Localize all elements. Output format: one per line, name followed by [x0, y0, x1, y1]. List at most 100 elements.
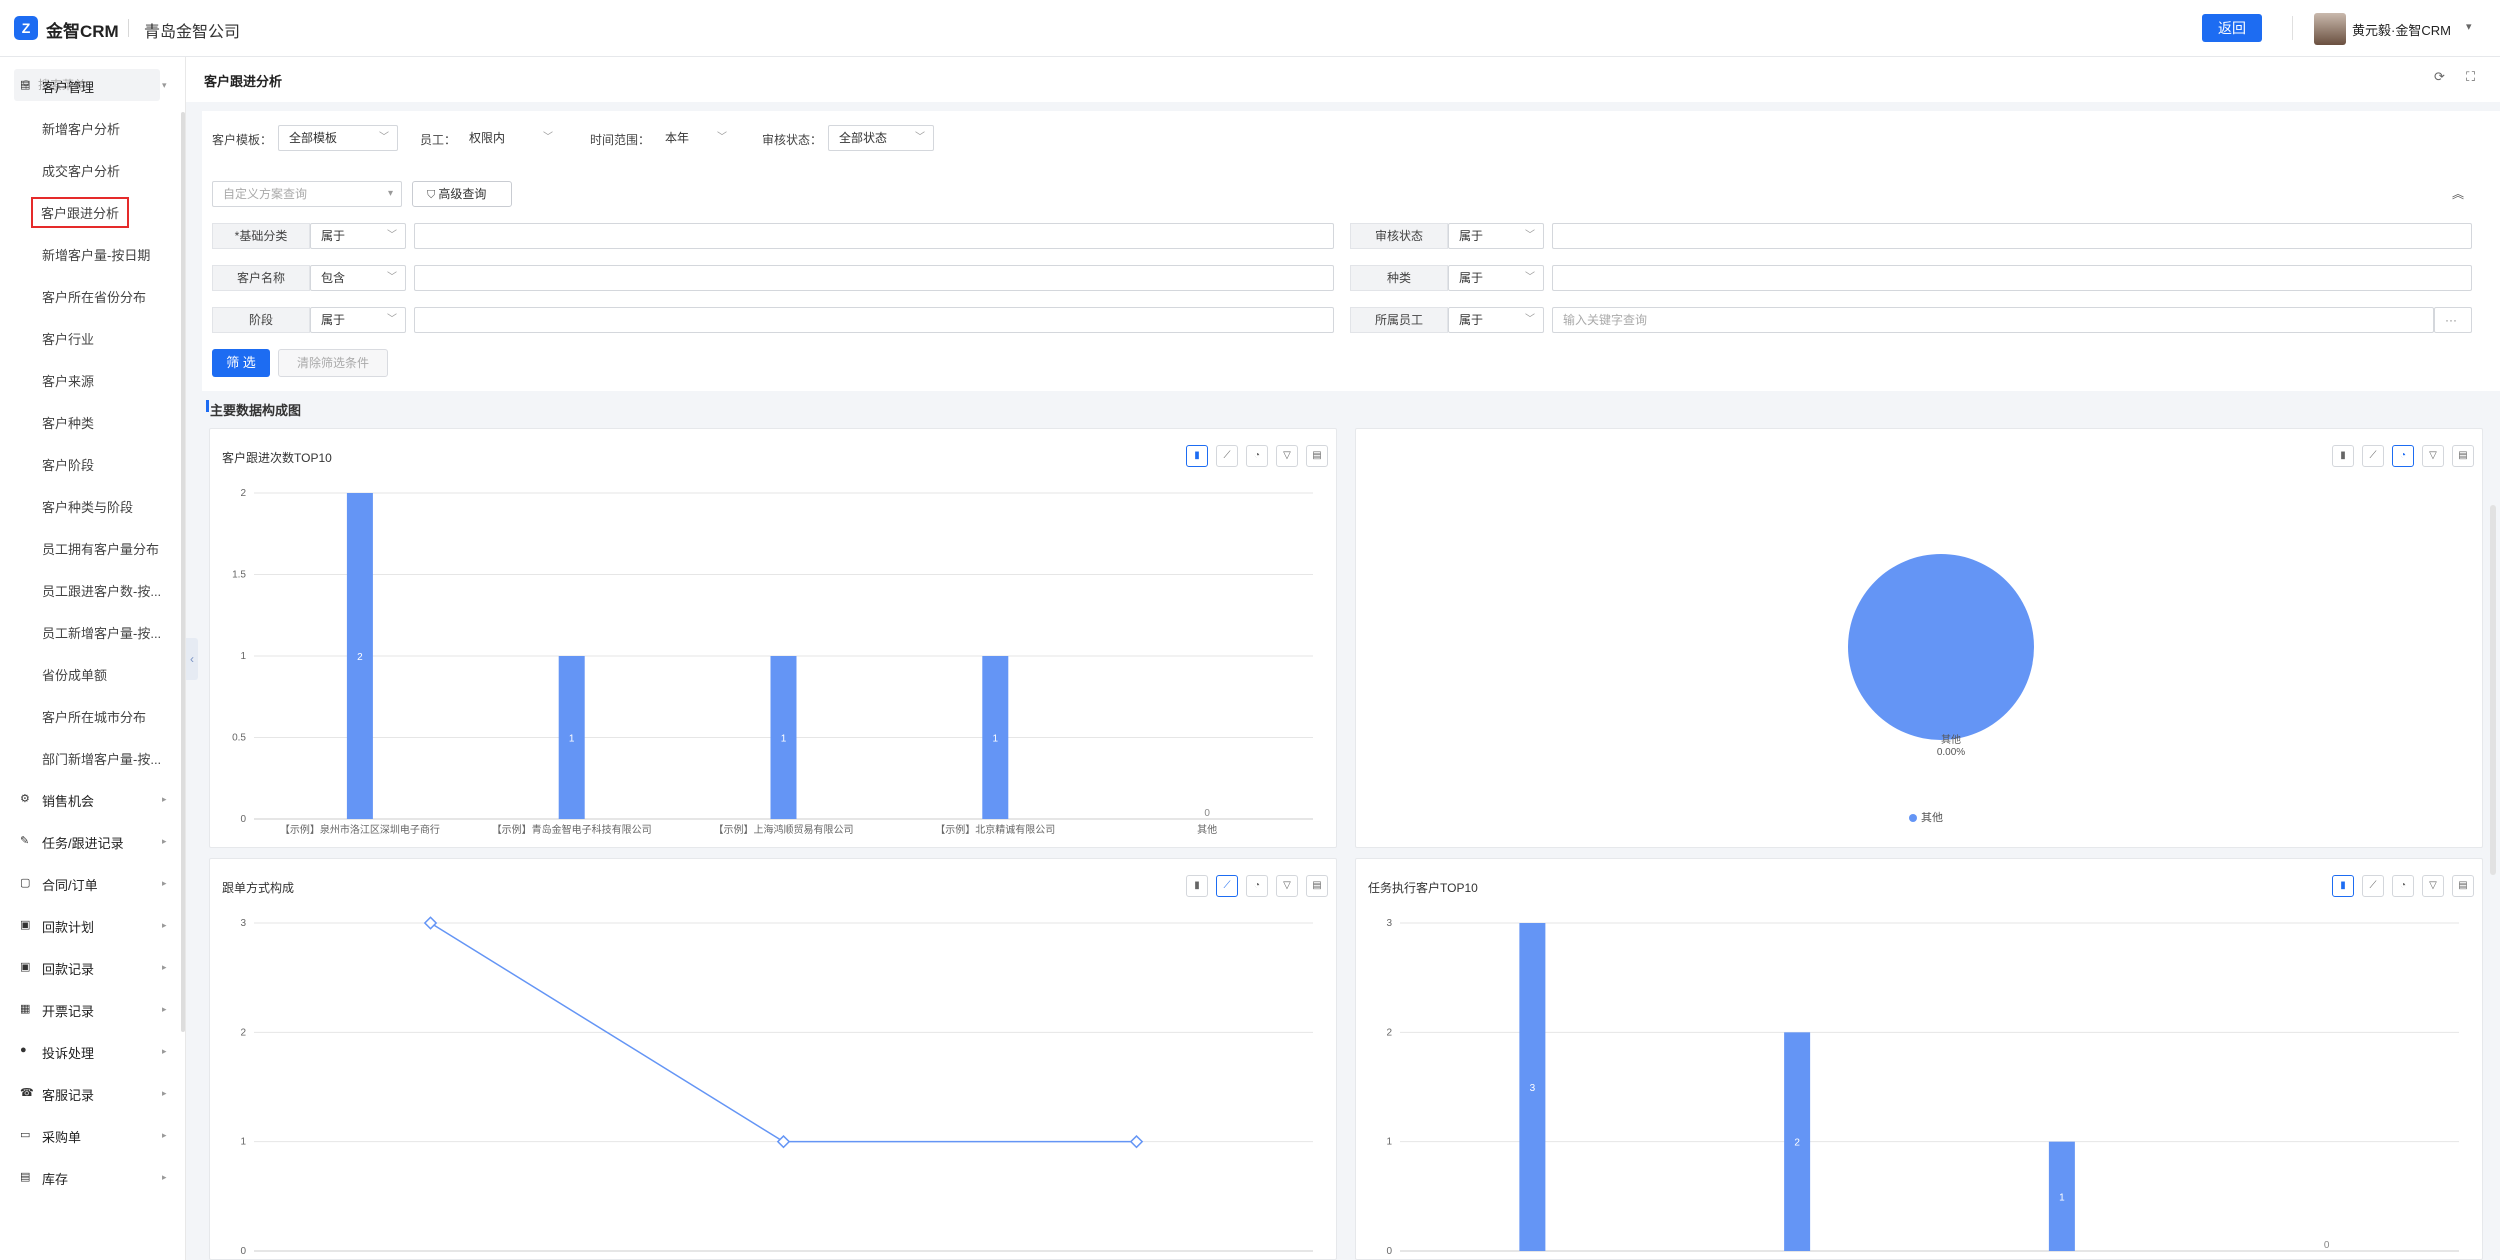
employee-search-input[interactable]: 输入关键字查询	[1552, 307, 2434, 333]
sidebar-item[interactable]: 客户所在省份分布	[42, 287, 146, 306]
condition-input[interactable]	[414, 307, 1334, 333]
condition-input[interactable]	[414, 223, 1334, 249]
section-marker	[206, 400, 209, 412]
logo-icon: Z	[14, 16, 38, 40]
sidebar-item[interactable]: 新增客户分析	[42, 119, 120, 138]
chevron-right-icon[interactable]: ▸	[162, 836, 167, 847]
menu-group-label: 投诉处理	[42, 1046, 95, 1061]
avatar[interactable]	[2314, 13, 2346, 45]
chevron-right-icon[interactable]: ▸	[162, 962, 167, 973]
chevron-down-icon: ﹀	[1525, 272, 1535, 283]
divider	[128, 19, 129, 37]
time-label: 时间范围：	[590, 133, 651, 147]
x-tick-label: 【示例】青岛金智电子科技有限公司	[492, 823, 652, 836]
sidebar-item[interactable]: 员工拥有客户量分布	[42, 539, 159, 558]
data-label: 1	[781, 734, 787, 745]
sidebar-item[interactable]: 客户来源	[42, 371, 94, 390]
menu-group-icon: ✎	[20, 835, 30, 847]
menu-group-label: 开票记录	[42, 1004, 95, 1019]
chevron-right-icon[interactable]: ▸	[162, 794, 167, 805]
sidebar-item[interactable]: 客户种类与阶段	[42, 497, 133, 516]
condition-operator[interactable]: 包含 ﹀	[310, 265, 406, 291]
sidebar-item[interactable]: 客户种类	[42, 413, 94, 432]
chevron-right-icon[interactable]: ▸	[162, 1130, 167, 1141]
template-select[interactable]: 全部模板 ﹀	[278, 125, 398, 151]
menu-group-icon: ⚙	[20, 793, 30, 805]
condition-operator[interactable]: 属于 ﹀	[1448, 307, 1544, 333]
chevron-down-icon: ﹀	[1525, 230, 1535, 241]
sidebar-scrollbar[interactable]	[181, 112, 185, 1032]
operator-value: 属于	[321, 313, 346, 327]
collapse-icon[interactable]: ︽	[2452, 185, 2464, 202]
condition-operator[interactable]: 属于 ﹀	[1448, 265, 1544, 291]
company-name: 青岛金智公司	[144, 24, 241, 41]
employee-picker-button[interactable]: ···	[2434, 307, 2472, 333]
refresh-icon[interactable]: ⟳	[2434, 69, 2445, 85]
menu-group-icon: ▤	[20, 79, 31, 91]
chevron-right-icon[interactable]: ▸	[162, 1088, 167, 1099]
operator-value: 属于	[1459, 229, 1484, 243]
condition-label: 阶段	[212, 307, 310, 333]
sidebar-item[interactable]: 客户跟进分析	[30, 197, 130, 228]
menu-group-label: 回款计划	[42, 920, 95, 935]
user-name[interactable]: 黄元毅·金智CRM	[2352, 20, 2451, 39]
sidebar-item[interactable]: 新增客户量-按日期	[42, 245, 150, 264]
condition-operator[interactable]: 属于 ﹀	[310, 307, 406, 333]
data-label: 2	[1794, 1138, 1800, 1149]
time-select[interactable]: 本年 ﹀	[654, 125, 736, 151]
chevron-down-icon: ﹀	[1525, 314, 1535, 325]
slice-label: 其他	[1941, 733, 1961, 746]
back-button[interactable]: 返回	[2202, 14, 2262, 42]
data-label: 1	[993, 734, 999, 745]
condition-label: 审核状态	[1350, 223, 1448, 249]
chevron-down-icon[interactable]: ▾	[162, 80, 167, 91]
section-title: 主要数据构成图	[210, 403, 302, 418]
y-tick-label: 0.5	[232, 733, 246, 744]
condition-operator[interactable]: 属于 ﹀	[310, 223, 406, 249]
advanced-query-button[interactable]: ⛉ 高级查询	[412, 181, 512, 207]
chevron-right-icon[interactable]: ▸	[162, 878, 167, 889]
sidebar-item[interactable]: 省份成单额	[42, 665, 107, 684]
condition-input[interactable]	[414, 265, 1334, 291]
chevron-down-icon[interactable]: ▾	[2466, 20, 2472, 33]
chevron-down-icon: ﹀	[717, 132, 727, 143]
sidebar-item[interactable]: 客户行业	[42, 329, 94, 348]
sidebar-item[interactable]: 成交客户分析	[42, 161, 120, 180]
condition-input[interactable]	[1552, 265, 2472, 291]
time-value: 本年	[665, 131, 690, 145]
y-tick-label: 3	[240, 918, 246, 929]
menu-group-label: 回款记录	[42, 962, 95, 977]
chevron-down-icon: ﹀	[379, 132, 389, 143]
chevron-right-icon[interactable]: ▸	[162, 1004, 167, 1015]
y-tick-label: 2	[240, 1027, 246, 1038]
condition-operator[interactable]: 属于 ﹀	[1448, 223, 1544, 249]
sidebar-item[interactable]: 员工跟进客户数-按...	[42, 581, 161, 600]
audit-value: 全部状态	[839, 131, 888, 145]
y-tick-label: 0	[1386, 1246, 1392, 1257]
y-tick-label: 2	[240, 488, 246, 499]
x-tick-label: 【示例】上海鸿顺贸易有限公司	[714, 823, 854, 836]
sidebar-item[interactable]: 员工新增客户量-按...	[42, 623, 161, 642]
data-point	[423, 916, 438, 930]
fullscreen-icon[interactable]: ⛶	[2466, 69, 2475, 85]
chevron-right-icon[interactable]: ▸	[162, 1172, 167, 1183]
sidebar-item[interactable]: 客户阶段	[42, 455, 94, 474]
custom-scheme-select[interactable]: 自定义方案查询 ▾	[212, 181, 402, 207]
clear-filter-button[interactable]: 清除筛选条件	[278, 349, 388, 377]
data-label: 0	[1204, 808, 1210, 819]
chart-svg: 0 0.5 1 1.5 2 2 【示例】泉州市洛江区深圳电子商行 1 【示例】青岛金智电子科技有…	[232, 488, 1313, 836]
employee-select[interactable]: 权限内 ﹀	[458, 125, 562, 151]
sidebar-item[interactable]: 部门新增客户量-按...	[42, 749, 161, 768]
template-value: 全部模板	[289, 131, 338, 145]
condition-input[interactable]	[1552, 223, 2472, 249]
data-label: 1	[569, 734, 575, 745]
collapse-sidebar-icon[interactable]: ‹	[186, 638, 198, 680]
chevron-right-icon[interactable]: ▸	[162, 1046, 167, 1057]
chevron-right-icon[interactable]: ▸	[162, 920, 167, 931]
sidebar-item[interactable]: 客户所在城市分布	[42, 707, 146, 726]
chevron-down-icon: ﹀	[387, 314, 397, 325]
employee-label: 员工：	[420, 133, 457, 147]
audit-select[interactable]: 全部状态 ﹀	[828, 125, 934, 151]
page-scrollbar[interactable]	[2490, 505, 2496, 875]
filter-button[interactable]: 筛 选	[212, 349, 270, 377]
